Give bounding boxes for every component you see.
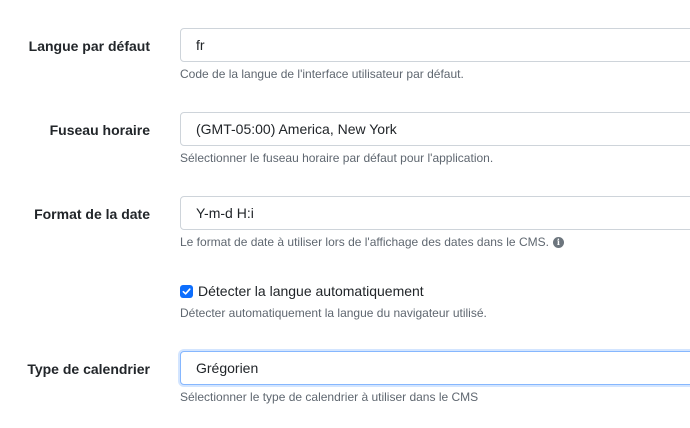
checkmark-icon	[182, 287, 191, 295]
timezone-help: Sélectionner le fuseau horaire par défau…	[180, 151, 494, 165]
language-help: Code de la langue de l'interface utilisa…	[180, 67, 464, 81]
date-format-label: Format de la date	[34, 206, 150, 222]
timezone-select[interactable]: (GMT-05:00) America, New York	[180, 112, 690, 146]
language-label: Langue par défaut	[28, 38, 150, 54]
detect-language-label[interactable]: Détecter la langue automatiquement	[198, 283, 424, 299]
calendar-type-help: Sélectionner le type de calendrier à uti…	[180, 390, 479, 404]
calendar-type-select[interactable]: Grégorien	[180, 351, 690, 385]
localization-settings-form: Langue par défaut Code de la langue de l…	[0, 0, 690, 428]
timezone-label: Fuseau horaire	[49, 122, 150, 138]
date-format-input[interactable]	[180, 196, 690, 230]
info-circle-icon[interactable]: i	[552, 236, 564, 248]
date-format-help-text: Le format de date à utiliser lors de l'a…	[180, 235, 549, 249]
calendar-type-label: Type de calendrier	[27, 361, 150, 377]
language-input[interactable]	[180, 28, 690, 62]
date-format-help: Le format de date à utiliser lors de l'a…	[180, 235, 564, 249]
calendar-type-selected-value: Grégorien	[196, 360, 259, 376]
timezone-selected-value: (GMT-05:00) America, New York	[196, 121, 397, 137]
detect-language-checkbox[interactable]	[180, 284, 193, 298]
detect-language-help: Détecter automatiquement la langue du na…	[180, 306, 487, 320]
detect-language-row[interactable]: Détecter la langue automatiquement	[180, 283, 424, 299]
